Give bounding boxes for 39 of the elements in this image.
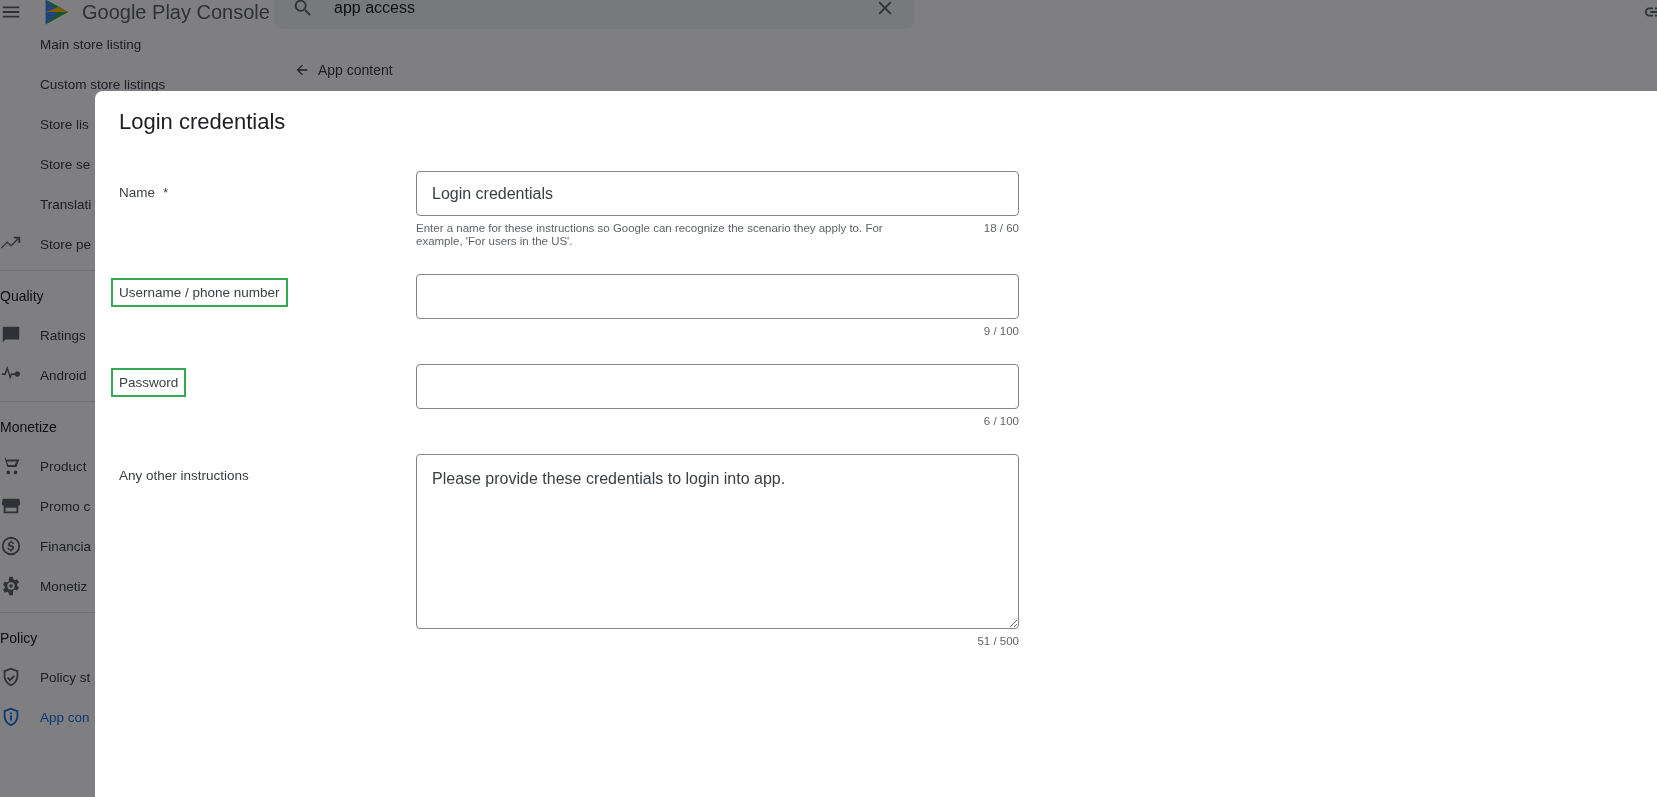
nav-item[interactable]: Policy st <box>40 669 91 685</box>
search-icon <box>292 0 314 19</box>
nav-item[interactable]: Main store listing <box>40 36 142 52</box>
settings-icon <box>0 575 22 597</box>
instructions-field[interactable]: Please provide these credentials to login into app. <box>416 454 1019 629</box>
nav-item[interactable]: Android <box>40 367 87 383</box>
back-link-label[interactable]: App content <box>318 62 393 78</box>
nav-item[interactable]: Store pe <box>40 236 92 252</box>
text-field[interactable] <box>416 274 1019 319</box>
character-counter: 9 / 100 <box>983 325 1019 338</box>
section-heading: Quality <box>0 287 44 306</box>
nav-item[interactable]: App con <box>40 709 90 725</box>
character-counter: 18 / 60 <box>983 222 1019 236</box>
back-arrow-icon <box>294 62 310 78</box>
nav-item[interactable]: Store lis <box>40 116 89 132</box>
nav-item[interactable]: Promo c <box>40 498 91 514</box>
dialog-title: Login credentials <box>119 109 286 135</box>
password-field[interactable] <box>416 364 1019 409</box>
section-heading: Policy <box>0 629 38 648</box>
product-name: Google Play Console <box>82 0 271 24</box>
field-label: Username / phone number <box>111 278 288 307</box>
nav-item[interactable]: Ratings <box>40 327 86 343</box>
field-label: Name * <box>119 184 169 200</box>
character-counter: 6 / 100 <box>983 415 1019 428</box>
helper-text: Enter a name for these instructions so Google can recognize the scenario they apply to. For example, 'For users in the US'. <box>416 222 884 248</box>
nav-item[interactable]: Translati <box>40 196 92 212</box>
nav-item[interactable]: Financia <box>40 538 92 554</box>
character-counter: 51 / 500 <box>977 635 1019 648</box>
nav-item[interactable]: Custom store listings <box>40 76 166 92</box>
text-field[interactable]: Login credentials <box>416 171 1019 216</box>
section-heading: Monetize <box>0 418 57 437</box>
back-link[interactable]: App content <box>294 62 1657 78</box>
search-field[interactable]: app access <box>274 0 914 29</box>
dollar-icon <box>0 535 22 557</box>
nav-item[interactable]: Store se <box>40 156 91 172</box>
field-label: Any other instructions <box>119 467 249 483</box>
nav-item[interactable]: Monetiz <box>40 578 88 594</box>
field-label: Password <box>111 368 187 397</box>
nav-item[interactable]: Product <box>40 458 87 474</box>
